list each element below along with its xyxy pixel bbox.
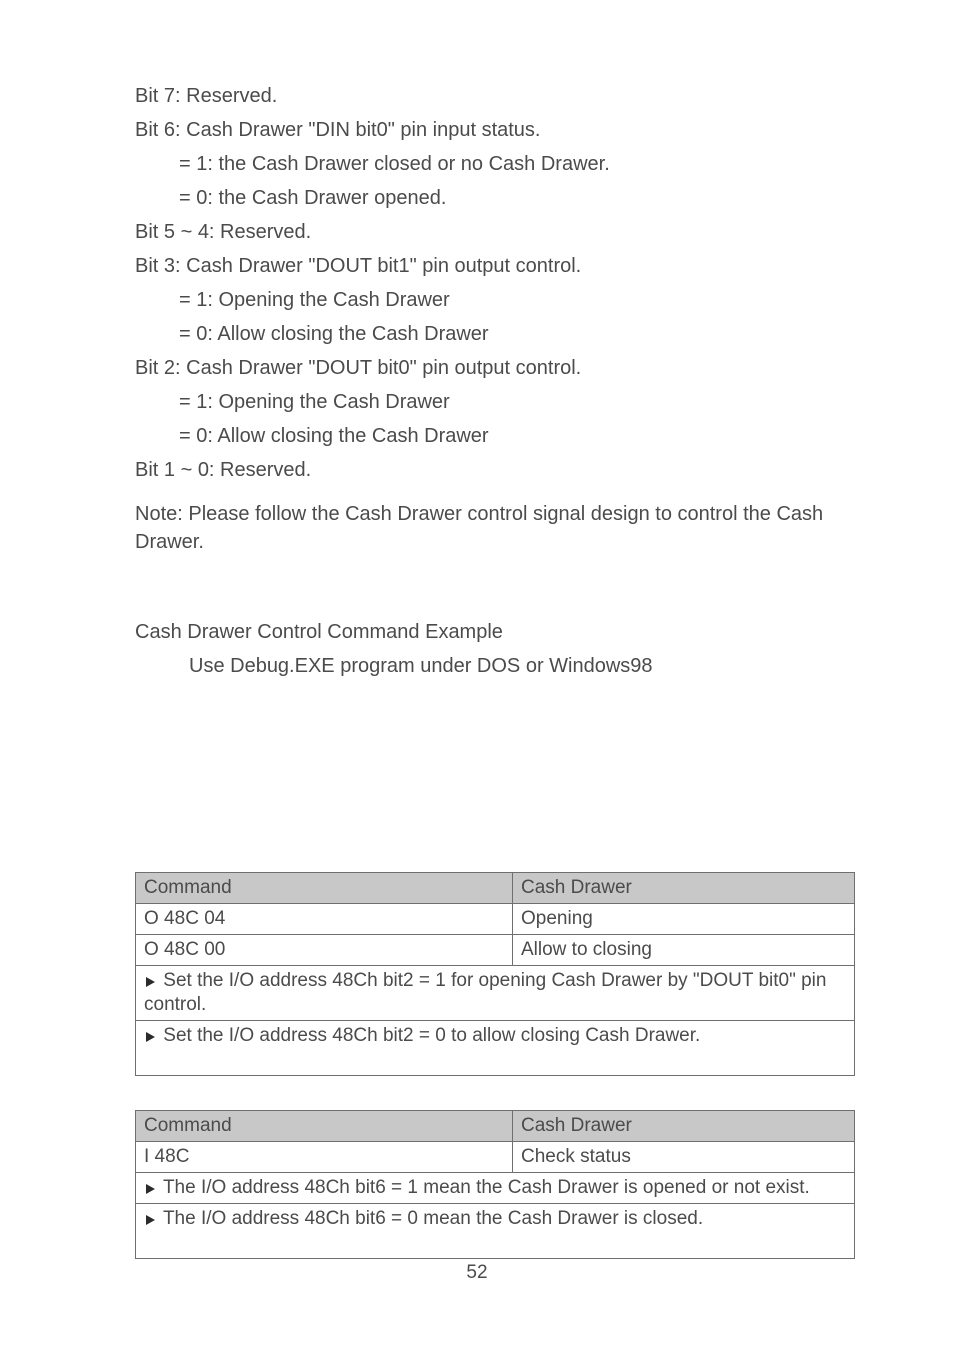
triangle-icon [144,1183,156,1195]
cdc-heading: Cash Drawer Control Command Example [135,618,854,646]
t2-step2-cell: The I/O address 48Ch bit6 = 0 mean the C… [136,1204,855,1259]
page: Bit 7: Reserved. Bit 6: Cash Drawer "DIN… [0,0,954,1348]
bit6-label: Bit 6: Cash Drawer "DIN bit0" pin input … [135,116,854,144]
bit2-off: = 0: Allow closing the Cash Drawer [135,422,854,450]
bit2-on: = 1: Opening the Cash Drawer [135,388,854,416]
t2-h1: Command [136,1111,513,1142]
t1-step1-cell: Set the I/O address 48Ch bit2 = 1 for op… [136,966,855,1021]
bit3-label: Bit 3: Cash Drawer "DOUT bit1" pin outpu… [135,252,854,280]
bit3-off: = 0: Allow closing the Cash Drawer [135,320,854,348]
t2-r1c2: Check status [513,1142,855,1173]
t2-step1: The I/O address 48Ch bit6 = 1 mean the C… [163,1177,810,1198]
t2-step2: The I/O address 48Ch bit6 = 0 mean the C… [163,1208,703,1229]
bit3-on: = 1: Opening the Cash Drawer [135,286,854,314]
page-number: 52 [0,1262,954,1284]
t1-h2: Cash Drawer [513,873,855,904]
t1-step1: Set the I/O address 48Ch bit2 = 1 for op… [144,970,826,1015]
command-table-2: Command Cash Drawer I 48C Check status T… [135,1110,855,1259]
bit5-4-label: Bit 5 ~ 4: Reserved. [135,218,854,246]
t1-r2c1: O 48C 00 [136,935,513,966]
t1-r2c2: Allow to closing [513,935,855,966]
triangle-icon [144,1214,156,1226]
bit6-open: = 1: the Cash Drawer closed or no Cash D… [135,150,854,178]
t1-r1c2: Opening [513,904,855,935]
content-area: Bit 7: Reserved. Bit 6: Cash Drawer "DIN… [0,82,954,1259]
bit1-0-label: Bit 1 ~ 0: Reserved. [135,456,854,484]
t2-step1-cell: The I/O address 48Ch bit6 = 1 mean the C… [136,1173,855,1204]
command-table-1: Command Cash Drawer O 48C 04 Opening O 4… [135,872,855,1076]
note: Note: Please follow the Cash Drawer cont… [135,500,854,556]
triangle-icon [144,976,156,988]
triangle-icon [144,1031,156,1043]
bit6-close: = 0: the Cash Drawer opened. [135,184,854,212]
t1-h1: Command [136,873,513,904]
t1-step2-cell: Set the I/O address 48Ch bit2 = 0 to all… [136,1021,855,1076]
bit2-label: Bit 2: Cash Drawer "DOUT bit0" pin outpu… [135,354,854,382]
t1-r1c1: O 48C 04 [136,904,513,935]
t1-step2: Set the I/O address 48Ch bit2 = 0 to all… [163,1025,700,1046]
t2-h2: Cash Drawer [513,1111,855,1142]
bit7-label: Bit 7: Reserved. [135,82,854,110]
cdc-desc: Use Debug.EXE program under DOS or Windo… [135,652,854,680]
t2-r1c1: I 48C [136,1142,513,1173]
